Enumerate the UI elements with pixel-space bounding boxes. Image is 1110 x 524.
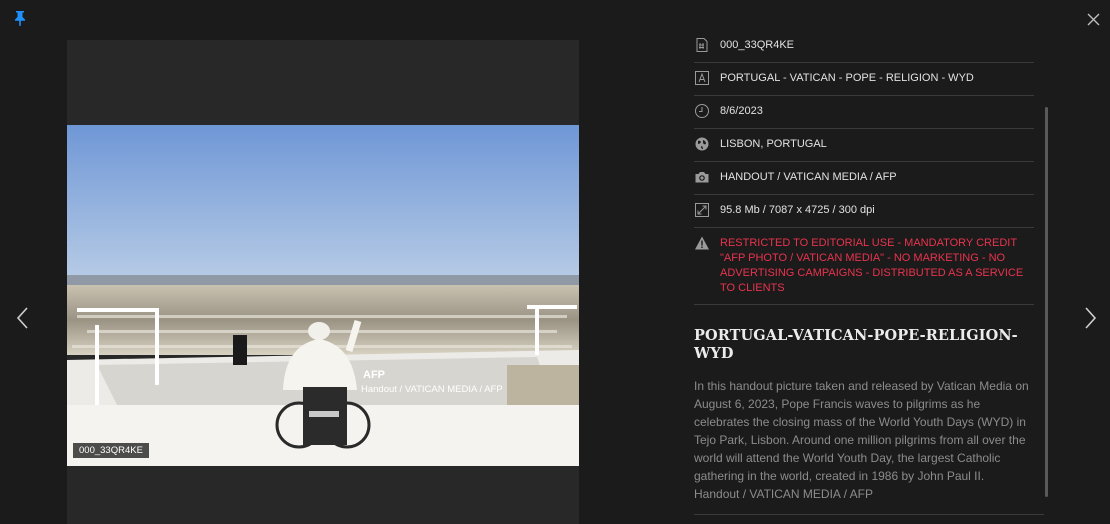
meta-row-file-info: 95.8 Mb / 7087 x 4725 / 300 dpi: [694, 195, 1034, 228]
news-photo[interactable]: AFP Handout / VATICAN MEDIA / AFP 000_33…: [67, 125, 579, 466]
camera-icon: [695, 172, 709, 183]
divider: [694, 514, 1044, 515]
story-section: PORTUGAL-VATICAN-POPE-RELIGION-WYD In th…: [694, 327, 1036, 503]
text-icon: [695, 71, 709, 85]
metadata-panel: 000_33QR4KE PORTUGAL - VATICAN - POPE - …: [694, 30, 1034, 305]
afp-logo: AFP: [363, 369, 385, 381]
image-viewer: AFP Handout / VATICAN MEDIA / AFP 000_33…: [67, 40, 579, 524]
photo-id-chip: 000_33QR4KE: [73, 443, 149, 458]
photo-scene: [67, 125, 579, 466]
restriction-notice: RESTRICTED TO EDITORIAL USE - MANDATORY …: [720, 237, 1024, 294]
meta-row-restriction: RESTRICTED TO EDITORIAL USE - MANDATORY …: [694, 228, 1034, 305]
photo-date: 8/6/2023: [720, 105, 763, 117]
story-title: PORTUGAL-VATICAN-POPE-RELIGION-WYD: [694, 327, 1018, 362]
photo-keywords: PORTUGAL - VATICAN - POPE - RELIGION - W…: [720, 72, 974, 84]
caption-text: In this handout picture taken and releas…: [694, 379, 1029, 483]
meta-row-credit: HANDOUT / VATICAN MEDIA / AFP: [694, 162, 1034, 195]
photo-id: 000_33QR4KE: [720, 39, 794, 51]
hash-icon: [696, 38, 708, 52]
warning-icon: [695, 236, 709, 250]
scrollbar[interactable]: [1045, 107, 1048, 497]
meta-row-date: 8/6/2023: [694, 96, 1034, 129]
resize-icon: [695, 203, 709, 217]
globe-icon: [695, 137, 709, 151]
caption-byline: Handout / VATICAN MEDIA / AFP: [694, 487, 873, 501]
meta-row-keywords: PORTUGAL - VATICAN - POPE - RELIGION - W…: [694, 63, 1034, 96]
file-info: 95.8 Mb / 7087 x 4725 / 300 dpi: [720, 204, 875, 216]
chevron-left-icon[interactable]: [15, 306, 29, 330]
meta-row-location: LISBON, PORTUGAL: [694, 129, 1034, 162]
meta-row-id: 000_33QR4KE: [694, 30, 1034, 63]
clock-icon: [695, 104, 709, 118]
photo-credit-overlay: Handout / VATICAN MEDIA / AFP: [361, 384, 503, 395]
pin-icon[interactable]: [13, 10, 27, 26]
close-icon[interactable]: [1087, 13, 1100, 26]
photo-credit: HANDOUT / VATICAN MEDIA / AFP: [720, 171, 897, 183]
photo-location: LISBON, PORTUGAL: [720, 138, 827, 150]
chevron-right-icon[interactable]: [1084, 306, 1098, 330]
story-caption: In this handout picture taken and releas…: [694, 377, 1036, 503]
